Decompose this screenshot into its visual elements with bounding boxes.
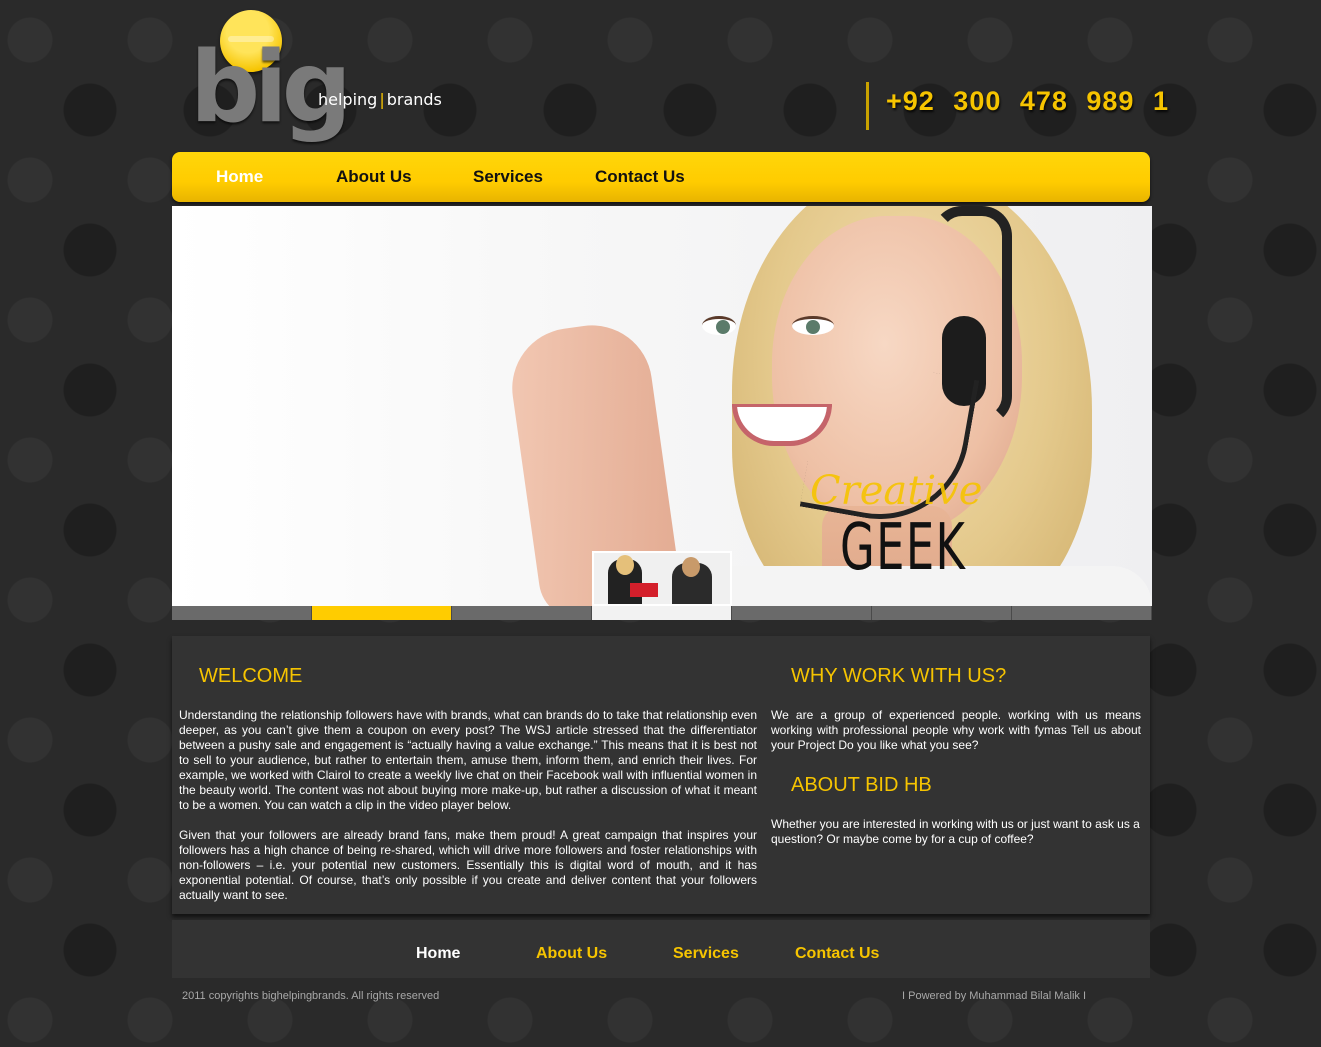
why-paragraph: We are a group of experienced people. wo… xyxy=(771,708,1141,752)
slider-tab-3[interactable] xyxy=(452,606,592,620)
content-panel: WELCOME Understanding the relationship f… xyxy=(172,636,1150,914)
about-paragraph: Whether you are interested in working wi… xyxy=(771,817,1140,846)
powered-by-text: I Powered by Muhammad Bilal Malik I xyxy=(902,990,1087,1002)
nav-contact-us[interactable]: Contact Us xyxy=(595,167,685,187)
slider-tab-1[interactable] xyxy=(172,606,312,620)
top-navigation: Home About Us Services Contact Us xyxy=(172,152,1150,202)
slider-tab-2[interactable] xyxy=(312,606,452,620)
welcome-paragraph-2: Given that your followers are already br… xyxy=(179,828,757,902)
hero-creative-text: Creative xyxy=(810,468,983,514)
logo-tagline-helping: helping xyxy=(318,90,378,109)
logo-tagline-separator: | xyxy=(379,90,385,109)
phone-number: +92 300 478 989 1 xyxy=(886,86,1169,116)
site-logo[interactable]: big helping | brands xyxy=(190,8,442,148)
slider-tab-6[interactable] xyxy=(872,606,1012,620)
slide-thumbnail[interactable] xyxy=(592,551,732,606)
slider-tab-4[interactable] xyxy=(592,606,732,620)
footer-nav-home[interactable]: Home xyxy=(416,945,460,963)
nav-services[interactable]: Services xyxy=(473,167,543,187)
welcome-heading: WELCOME xyxy=(199,665,303,687)
slider-tab-5[interactable] xyxy=(732,606,872,620)
hero-banner: Creative GEEK xyxy=(172,206,1152,606)
hero-geek-text: GEEK xyxy=(840,511,967,585)
copyright-text: 2011 copyrights bighelpingbrands. All ri… xyxy=(182,990,440,1002)
logo-tagline: helping | brands xyxy=(318,90,442,109)
logo-wordmark: big xyxy=(190,31,352,145)
slider-tab-7[interactable] xyxy=(1012,606,1152,620)
footer-nav-about-us[interactable]: About Us xyxy=(536,945,607,963)
why-heading: WHY WORK WITH US? xyxy=(791,665,1007,687)
footer-nav-services[interactable]: Services xyxy=(673,945,739,963)
footer-nav-contact-us[interactable]: Contact Us xyxy=(795,945,879,963)
about-heading: ABOUT BID HB xyxy=(791,774,932,796)
phone-divider xyxy=(866,82,869,130)
nav-home[interactable]: Home xyxy=(216,167,263,187)
nav-about-us[interactable]: About Us xyxy=(336,167,412,187)
footer-navigation: Home About Us Services Contact Us xyxy=(172,920,1150,978)
logo-tagline-brands: brands xyxy=(386,90,442,109)
welcome-paragraph-1: Understanding the relationship followers… xyxy=(179,708,757,812)
slider-tabs xyxy=(172,606,1152,620)
